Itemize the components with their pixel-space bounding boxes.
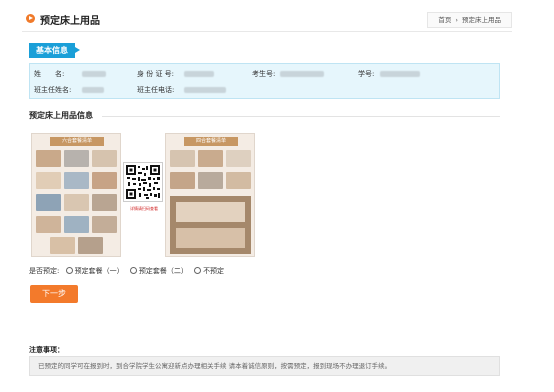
- page-header: 预定床上用品 首页 › 预定床上用品: [22, 8, 512, 32]
- bedding-thumb: [226, 172, 251, 189]
- bedding-thumb: [198, 172, 223, 189]
- radio-icon[interactable]: [194, 267, 202, 274]
- bedding-thumb: [64, 216, 89, 233]
- bedding-thumb: [50, 237, 75, 254]
- exam-number-label: 考生号:: [252, 70, 276, 78]
- bedding-thumb: [64, 194, 89, 211]
- student-number-value-redacted: [380, 71, 420, 77]
- bedding-section-title: 预定床上用品信息: [29, 111, 93, 120]
- menu-one-heading: 六合套餐清单: [50, 137, 104, 146]
- info-row-2: 班主任姓名: 班主任电话:: [34, 83, 494, 97]
- id-number-value-redacted: [184, 71, 214, 77]
- name-value-redacted: [82, 71, 106, 77]
- chevron-right-icon: ›: [455, 16, 458, 24]
- bedding-thumb: [198, 150, 223, 167]
- exam-number-value-redacted: [280, 71, 324, 77]
- menu-two-heading: 四合套餐清单: [184, 137, 238, 146]
- page-title: 预定床上用品: [40, 16, 100, 27]
- bedding-thumb: [36, 216, 61, 233]
- bedding-package-two-image: 四合套餐清单: [165, 133, 255, 257]
- bedding-thumb: [92, 194, 117, 211]
- choice-label: 是否预定:: [29, 267, 60, 275]
- bedding-thumb: [92, 150, 117, 167]
- qr-code-icon: [126, 165, 160, 199]
- bunk-bed-photo: [170, 196, 251, 254]
- bedding-thumb: [78, 237, 103, 254]
- bedding-thumb: [226, 150, 251, 167]
- notes-text: 已预定的同学可在报到时，到合学院学生公寓迎新点办理相关手续 请本着诚信原则，按需…: [29, 356, 500, 376]
- section-divider: [102, 116, 500, 117]
- basic-info-tag: 基本信息: [29, 43, 80, 58]
- notes-title: 注意事项：: [29, 346, 64, 354]
- bedding-thumb: [92, 216, 117, 233]
- teacher-phone-value-redacted: [184, 87, 226, 93]
- radio-icon[interactable]: [129, 267, 137, 274]
- teacher-phone-label: 班主任电话:: [137, 86, 175, 94]
- name-label: 姓 名:: [34, 70, 65, 78]
- bedding-thumb: [36, 172, 61, 189]
- info-row-1: 姓 名: 身 份 证 号: 考生号: 学号:: [34, 67, 494, 81]
- qr-caption: 详情请扫码查看: [130, 206, 158, 211]
- breadcrumb: 首页 › 预定床上用品: [427, 12, 512, 28]
- play-circle-icon: [26, 14, 35, 23]
- bedding-thumb: [170, 172, 195, 189]
- teacher-name-label: 班主任姓名:: [34, 86, 72, 94]
- basic-info-panel: 姓 名: 身 份 证 号: 考生号: 学号: 班主任姓名: 班主任电话:: [29, 63, 500, 99]
- breadcrumb-current: 预定床上用品: [462, 16, 501, 24]
- bedding-thumb: [170, 150, 195, 167]
- option-no-reservation[interactable]: 不预定: [194, 266, 224, 276]
- option-package-two[interactable]: 预定套餐（二）: [129, 266, 188, 276]
- breadcrumb-home-link[interactable]: 首页: [438, 16, 451, 24]
- bedding-package-one-image: 六合套餐清单: [31, 133, 121, 257]
- reservation-choice: 是否预定: 预定套餐（一） 预定套餐（二） 不预定: [29, 266, 228, 276]
- qr-code: [123, 162, 163, 202]
- option-package-one[interactable]: 预定套餐（一）: [65, 266, 124, 276]
- bedding-thumb: [64, 150, 89, 167]
- id-number-label: 身 份 证 号:: [137, 70, 175, 78]
- radio-icon[interactable]: [65, 267, 73, 274]
- student-number-label: 学号:: [358, 70, 375, 78]
- bedding-thumb: [64, 172, 89, 189]
- bedding-thumb: [36, 194, 61, 211]
- bedding-thumb: [36, 150, 61, 167]
- bedding-thumb: [92, 172, 117, 189]
- next-step-button[interactable]: 下一步: [30, 285, 78, 303]
- teacher-name-value-redacted: [82, 87, 104, 93]
